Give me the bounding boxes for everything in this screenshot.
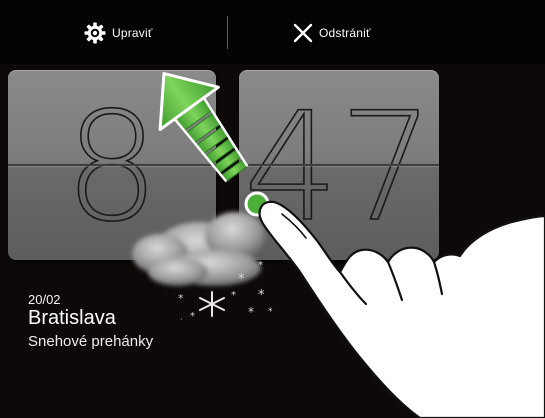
weather-temperature: 3° (353, 331, 369, 348)
weather-condition: Snehové prehánky (28, 333, 154, 350)
weather-date: 20/02 (28, 292, 61, 307)
svg-text:*: * (258, 260, 263, 271)
weather-info[interactable]: 20/02 Bratislava Snehové prehánky 3° (10, 287, 430, 367)
weather-city: Bratislava (28, 307, 116, 329)
svg-text:*: * (238, 272, 245, 287)
home-screen: Upraviť Odstrániť 8 47 * * * * * * * * ·… (0, 0, 545, 418)
